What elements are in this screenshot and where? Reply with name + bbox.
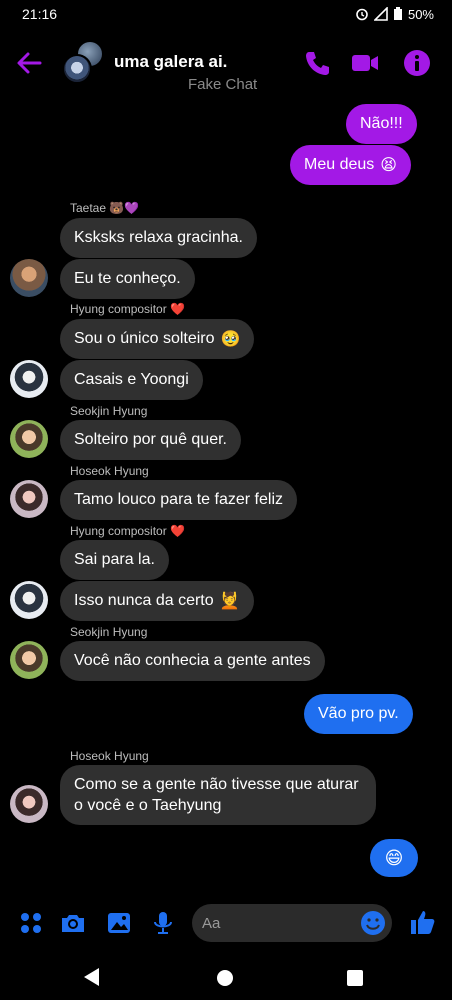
message-input-placeholder: Aa [202,914,221,932]
avatar-hoseok[interactable] [10,785,48,823]
message-text: Eu te conheço. [74,270,181,287]
message-text: Meu deus [304,156,375,173]
signal-icon [373,7,388,21]
incoming-message[interactable]: Casais e Yoongi [60,360,203,400]
avatar-hyung-compositor[interactable] [10,581,48,619]
image-gallery-icon[interactable] [106,910,132,936]
message-text: Tamo louco para te fazer feliz [74,491,283,508]
status-bar: 21:16 50% [0,0,452,28]
incoming-message[interactable]: Sou o único solteiro 🥹 [60,319,255,359]
status-icons: 50% [355,7,434,22]
outgoing-message[interactable]: Meu deus 😫 [290,145,411,185]
chat-subtitle: Fake Chat [188,76,258,93]
camera-icon[interactable] [60,910,86,936]
sender-name: Hyung compositor ❤️ [70,302,185,316]
tired-face-emoji: 😫 [380,157,397,174]
composer-bar: Aa [0,900,452,946]
incoming-message[interactable]: Sai para la. [60,540,169,580]
avatar-hoseok[interactable] [10,480,48,518]
sender-name: Seokjin Hyung [70,625,148,639]
grinning-face-emoji: 😄 [384,847,404,868]
avatar-seokjin[interactable] [10,641,48,679]
nav-recents-icon[interactable] [347,970,363,986]
message-text: Ksksks relaxa gracinha. [74,229,243,246]
outgoing-message[interactable]: Vão pro pv. [304,694,413,734]
apps-grid-icon[interactable] [18,910,44,936]
nav-home-icon[interactable] [217,970,233,986]
message-text: Isso nunca da certo [74,592,214,609]
video-camera-icon[interactable] [350,48,380,78]
battery-icon [393,7,402,20]
message-text: Não!!! [360,115,403,132]
pleading-face-emoji: 🥹 [220,331,241,348]
outgoing-emoji-message[interactable]: 😄 [370,839,418,877]
battery-level: 50% [407,6,434,22]
sender-name: Hyung compositor ❤️ [70,524,185,538]
message-text: Vão pro pv. [318,705,399,722]
status-time: 21:16 [22,6,58,22]
sender-name: Hoseok Hyung [70,749,149,763]
message-text: Solteiro por quê quer. [74,431,227,448]
avatar-hyung-compositor[interactable] [10,360,48,398]
group-avatar[interactable] [62,40,106,84]
incoming-message[interactable]: Isso nunca da certo 💆 [60,581,254,621]
incoming-message[interactable]: Solteiro por quê quer. [60,420,241,460]
thumbs-up-icon[interactable] [408,908,436,936]
incoming-message[interactable]: Ksksks relaxa gracinha. [60,218,257,258]
massage-emoji: 💆 [219,593,240,610]
chat-title[interactable]: uma galera ai. [114,52,227,72]
alarm-icon [356,8,368,21]
message-text: Casais e Yoongi [74,371,189,388]
message-text: Você não conhecia a gente antes [74,652,311,669]
back-arrow-icon[interactable] [14,48,44,78]
message-text: Sou o único solteiro [74,330,215,347]
group-avatar-front [62,54,92,84]
chat-header: uma galera ai. Fake Chat [0,34,452,98]
sender-name: Taetae 🐻💜 [70,201,140,215]
incoming-message[interactable]: Eu te conheço. [60,259,195,299]
sender-name: Hoseok Hyung [70,464,149,478]
message-text: Sai para la. [74,551,155,568]
message-input[interactable]: Aa [192,904,392,942]
emoji-picker-icon[interactable] [360,910,386,936]
incoming-message[interactable]: Como se a gente não tivesse que aturar o… [60,765,376,825]
avatar-taetae[interactable] [10,259,48,297]
info-icon[interactable] [402,48,432,78]
microphone-icon[interactable] [150,910,176,936]
phone-icon[interactable] [302,48,332,78]
nav-back-icon[interactable] [84,968,99,986]
outgoing-message[interactable]: Não!!! [346,104,417,144]
system-navigation-bar [0,958,452,1000]
message-text: Como se a gente não tivesse que aturar o… [74,776,359,814]
incoming-message[interactable]: Você não conhecia a gente antes [60,641,325,681]
avatar-seokjin[interactable] [10,420,48,458]
sender-name: Seokjin Hyung [70,404,148,418]
incoming-message[interactable]: Tamo louco para te fazer feliz [60,480,297,520]
